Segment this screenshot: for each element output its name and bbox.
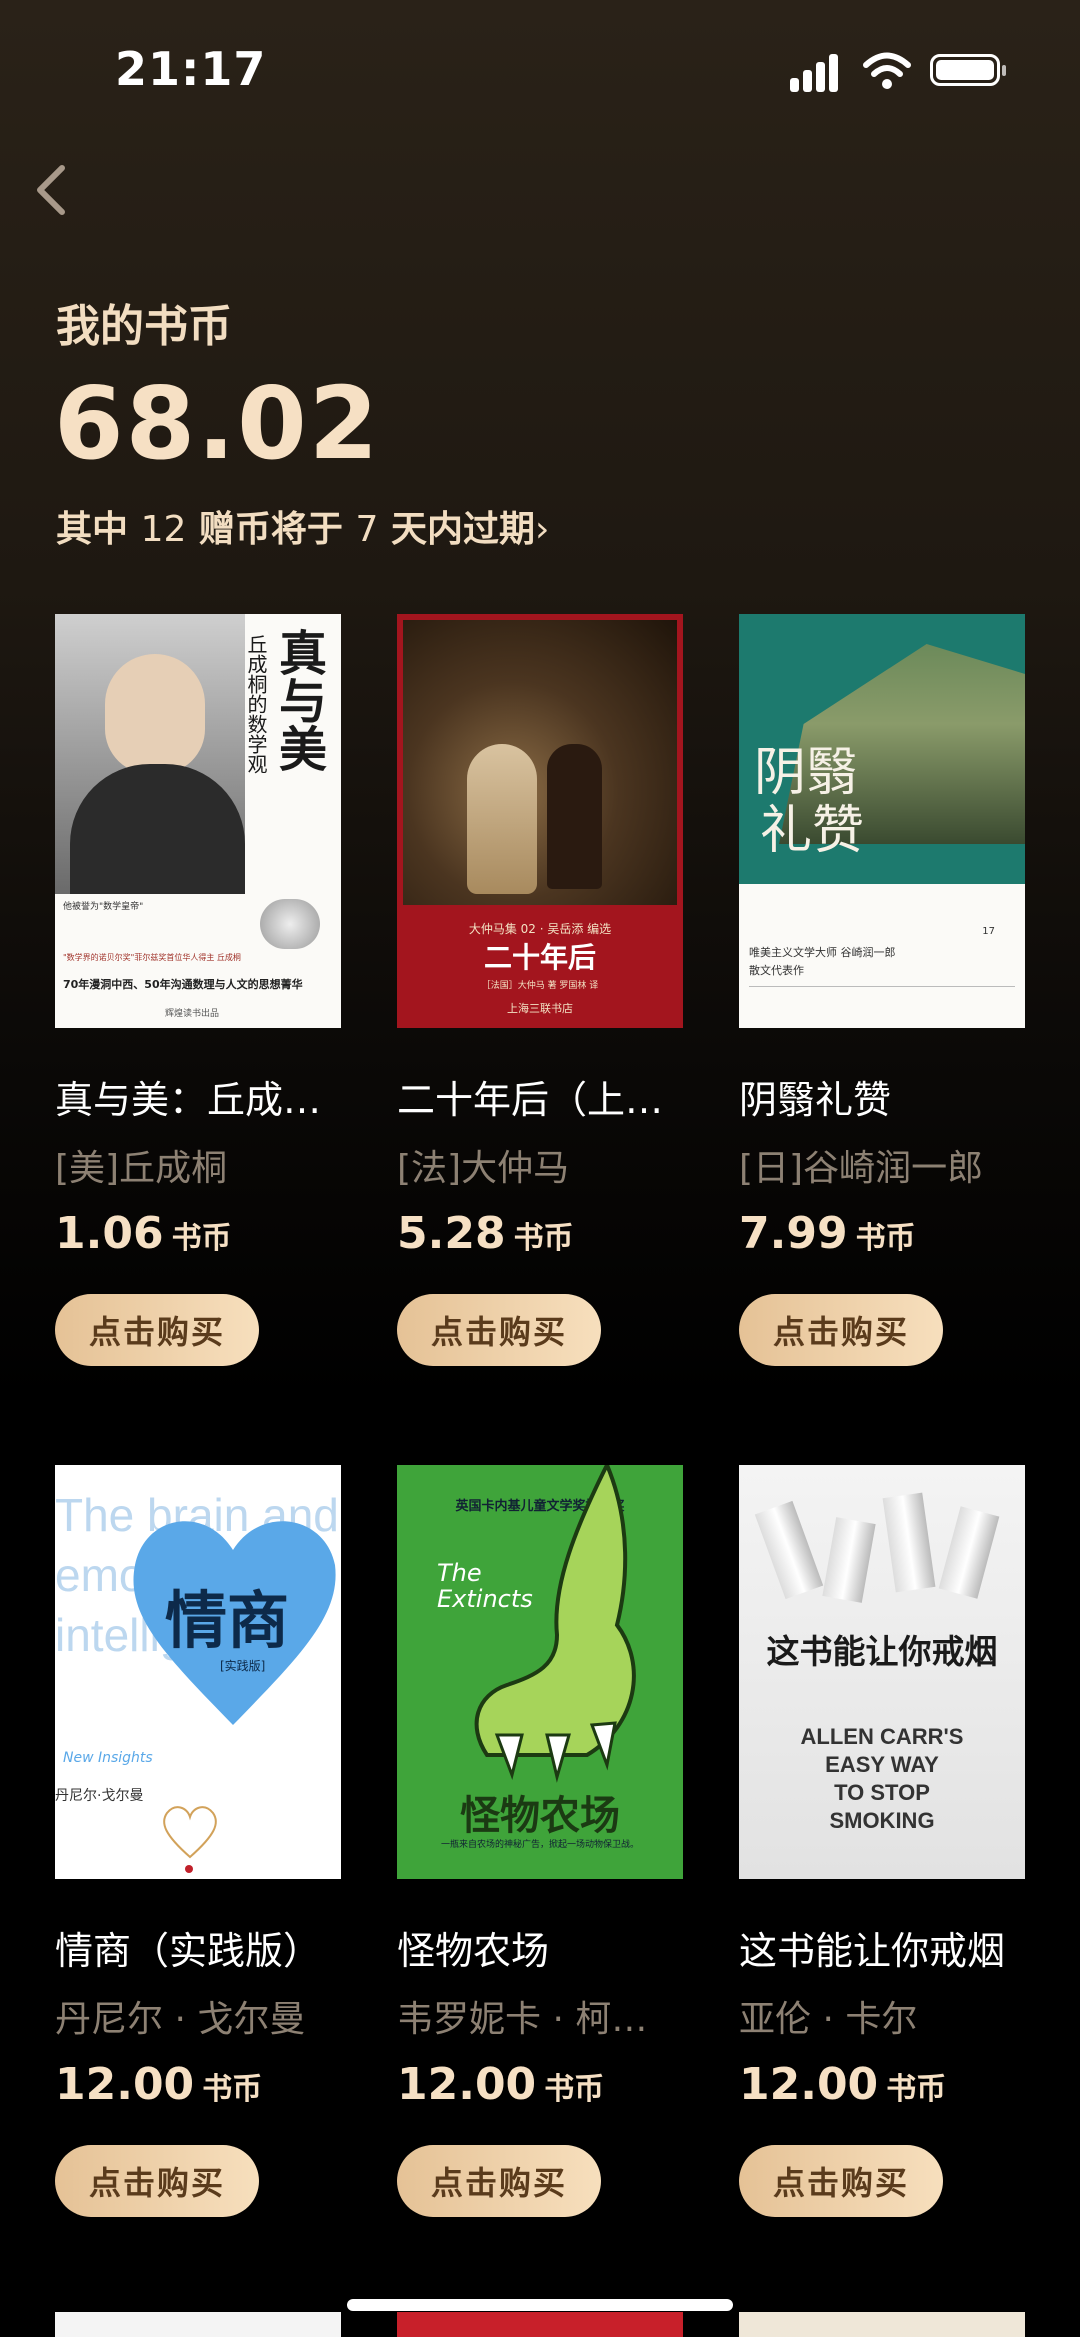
- cover-title: 真与美: [270, 628, 326, 772]
- cover-tagline-2: 散文代表作: [749, 964, 804, 977]
- book-price: 7.99 书币: [739, 1208, 916, 1259]
- cover-title-line2: 礼赞: [760, 801, 865, 861]
- price-unit: 书币: [886, 2072, 947, 2107]
- book-card[interactable]: 阴翳 礼赞 唯美主义文学大师 谷崎润一郎 散文代表作 17 阴翳礼赞 [日]谷崎…: [739, 614, 1027, 1366]
- wifi-icon: [863, 52, 911, 89]
- book-card[interactable]: 大仲马集 02 · 吴岳添 编选 二十年后 ［法国］大仲马 著 罗国林 译 上海…: [397, 614, 685, 1366]
- book-card[interactable]: 英国卡内基儿童文学奖提名奖 The Extincts 怪物农场 一瓶来自农场的神…: [397, 1465, 685, 2217]
- expire-mid: 赠币将于: [198, 509, 343, 550]
- battery-icon: [930, 54, 1006, 86]
- cover-translator: ［法国］大仲马 著 罗国林 译: [481, 981, 599, 991]
- book-title: 二十年后（上…: [397, 1078, 664, 1122]
- cover-en-title: The Extincts: [437, 1559, 533, 1613]
- cover-en-line1: ALLEN CARR'S: [800, 1724, 964, 1749]
- price-unit: 书币: [171, 1221, 232, 1256]
- book-cover[interactable]: 大仲马集 02 · 吴岳添 编选 二十年后 ［法国］大仲马 著 罗国林 译 上海…: [397, 614, 683, 1028]
- price-value: 12.00: [397, 2059, 537, 2110]
- book-price: 1.06 书币: [55, 1208, 232, 1259]
- cover-en-line4: SMOKING: [829, 1808, 935, 1833]
- price-value: 12.00: [739, 2059, 879, 2110]
- expire-prefix: 其中: [56, 509, 129, 550]
- book-cover[interactable]: 真与美 丘成桐的数学观 他被誉为"数学皇帝" "数学界的诺贝尔奖"菲尔兹奖首位华…: [55, 614, 341, 1028]
- cover-tagline: 一瓶来自农场的神秘广告，掀起一场动物保卫战。: [440, 1840, 639, 1850]
- expire-suffix: 天内过期: [390, 509, 535, 550]
- cover-tagline: 唯美主义文学大师 谷崎润一郎: [749, 946, 896, 959]
- cover-series: 大仲马集 02 · 吴岳添 编选: [468, 922, 612, 936]
- buy-button[interactable]: 点击购买: [397, 1294, 601, 1366]
- price-unit: 书币: [202, 2072, 263, 2107]
- book-cover[interactable]: 英国卡内基儿童文学奖提名奖 The Extincts 怪物农场 一瓶来自农场的神…: [397, 1465, 683, 1879]
- cover-en-line3: TO STOP: [834, 1780, 930, 1805]
- home-indicator[interactable]: [347, 2299, 733, 2311]
- price-value: 1.06: [55, 1208, 164, 1259]
- book-card[interactable]: The brain and emotional intelligence 情商 …: [55, 1465, 343, 2217]
- book-title: 这书能让你戒烟: [739, 1929, 1006, 1973]
- book-title: 阴翳礼赞: [739, 1078, 892, 1122]
- book-author: [日]谷崎润一郎: [739, 1148, 984, 1189]
- buy-button[interactable]: 点击购买: [55, 1294, 259, 1366]
- book-title: 怪物农场: [397, 1929, 550, 1973]
- price-unit: 书币: [544, 2072, 605, 2107]
- buy-button[interactable]: 点击购买: [739, 1294, 943, 1366]
- buy-button[interactable]: 点击购买: [397, 2145, 601, 2217]
- chevron-right-icon: ›: [534, 509, 550, 550]
- expiring-coins-link[interactable]: 其中 12 赠币将于 7 天内过期›: [56, 500, 549, 552]
- expire-days: 7: [355, 509, 379, 550]
- buy-button[interactable]: 点击购买: [739, 2145, 943, 2217]
- cover-number: 17: [982, 926, 995, 937]
- status-time: 21:17: [115, 42, 267, 96]
- book-card[interactable]: 真与美 丘成桐的数学观 他被誉为"数学皇帝" "数学界的诺贝尔奖"菲尔兹奖首位华…: [55, 614, 343, 1366]
- book-author: 韦罗妮卡 · 柯…: [397, 1999, 648, 2040]
- cover-title: 二十年后: [483, 941, 596, 974]
- book-cover-peek[interactable]: [739, 2312, 1025, 2337]
- cover-note: 他被誉为"数学皇帝": [63, 902, 144, 912]
- back-chevron-icon[interactable]: [28, 160, 78, 220]
- cover-title: 怪物农场: [460, 1793, 620, 1839]
- book-cover[interactable]: 阴翳 礼赞 唯美主义文学大师 谷崎润一郎 散文代表作 17: [739, 614, 1025, 1028]
- book-cover[interactable]: The brain and emotional intelligence 情商 …: [55, 1465, 341, 1879]
- cover-sub: New Insights: [63, 1750, 153, 1766]
- book-price: 12.00 书币: [739, 2059, 946, 2110]
- book-cover-peek[interactable]: [397, 2312, 683, 2337]
- cover-publisher: 辉煌读书出品: [165, 1009, 220, 1019]
- price-value: 12.00: [55, 2059, 195, 2110]
- book-author: [法]大仲马: [397, 1148, 570, 1189]
- cover-tagline: 70年漫洞中西、50年沟通数理与人文的思想菁华: [63, 978, 303, 991]
- buy-button[interactable]: 点击购买: [55, 2145, 259, 2217]
- book-author: 丹尼尔 · 戈尔曼: [55, 1999, 306, 2040]
- cover-edition: [实践版]: [220, 1659, 266, 1673]
- cellular-signal-icon: [790, 52, 842, 92]
- book-cover[interactable]: 这书能让你戒烟 ALLEN CARR'S EASY WAY TO STOP SM…: [739, 1465, 1025, 1879]
- book-title: 真与美：丘成…: [55, 1078, 322, 1122]
- cover-publisher: 上海三联书店: [507, 1002, 573, 1015]
- coin-balance: 68.02: [54, 365, 381, 482]
- cover-quote: "数学界的诺贝尔奖"菲尔兹奖首位华人得主 丘成桐: [63, 953, 241, 962]
- book-price: 12.00 书币: [55, 2059, 262, 2110]
- book-price: 5.28 书币: [397, 1208, 574, 1259]
- price-unit: 书币: [513, 1221, 574, 1256]
- price-value: 7.99: [739, 1208, 848, 1259]
- expire-coins: 12: [140, 509, 187, 550]
- wallet-title: 我的书币: [56, 301, 232, 352]
- cover-title: 这书能让你戒烟: [766, 1632, 998, 1671]
- status-bar: 21:17: [0, 0, 1080, 140]
- book-title: 情商（实践版）: [55, 1929, 322, 1973]
- price-unit: 书币: [855, 1221, 916, 1256]
- cover-title: 情商: [165, 1584, 290, 1657]
- book-price: 12.00 书币: [397, 2059, 604, 2110]
- cover-en-line2: EASY WAY: [825, 1752, 939, 1777]
- cover-subtitle: 丘成桐的数学观: [244, 634, 268, 774]
- book-author: [美]丘成桐: [55, 1148, 228, 1189]
- cover-author: 丹尼尔·戈尔曼: [55, 1788, 144, 1804]
- cover-title-line1: 阴翳: [754, 743, 859, 803]
- book-author: 亚伦 · 卡尔: [739, 1999, 918, 2040]
- book-cover-peek[interactable]: [55, 2312, 341, 2337]
- price-value: 5.28: [397, 1208, 506, 1259]
- book-card[interactable]: 这书能让你戒烟 ALLEN CARR'S EASY WAY TO STOP SM…: [739, 1465, 1027, 2217]
